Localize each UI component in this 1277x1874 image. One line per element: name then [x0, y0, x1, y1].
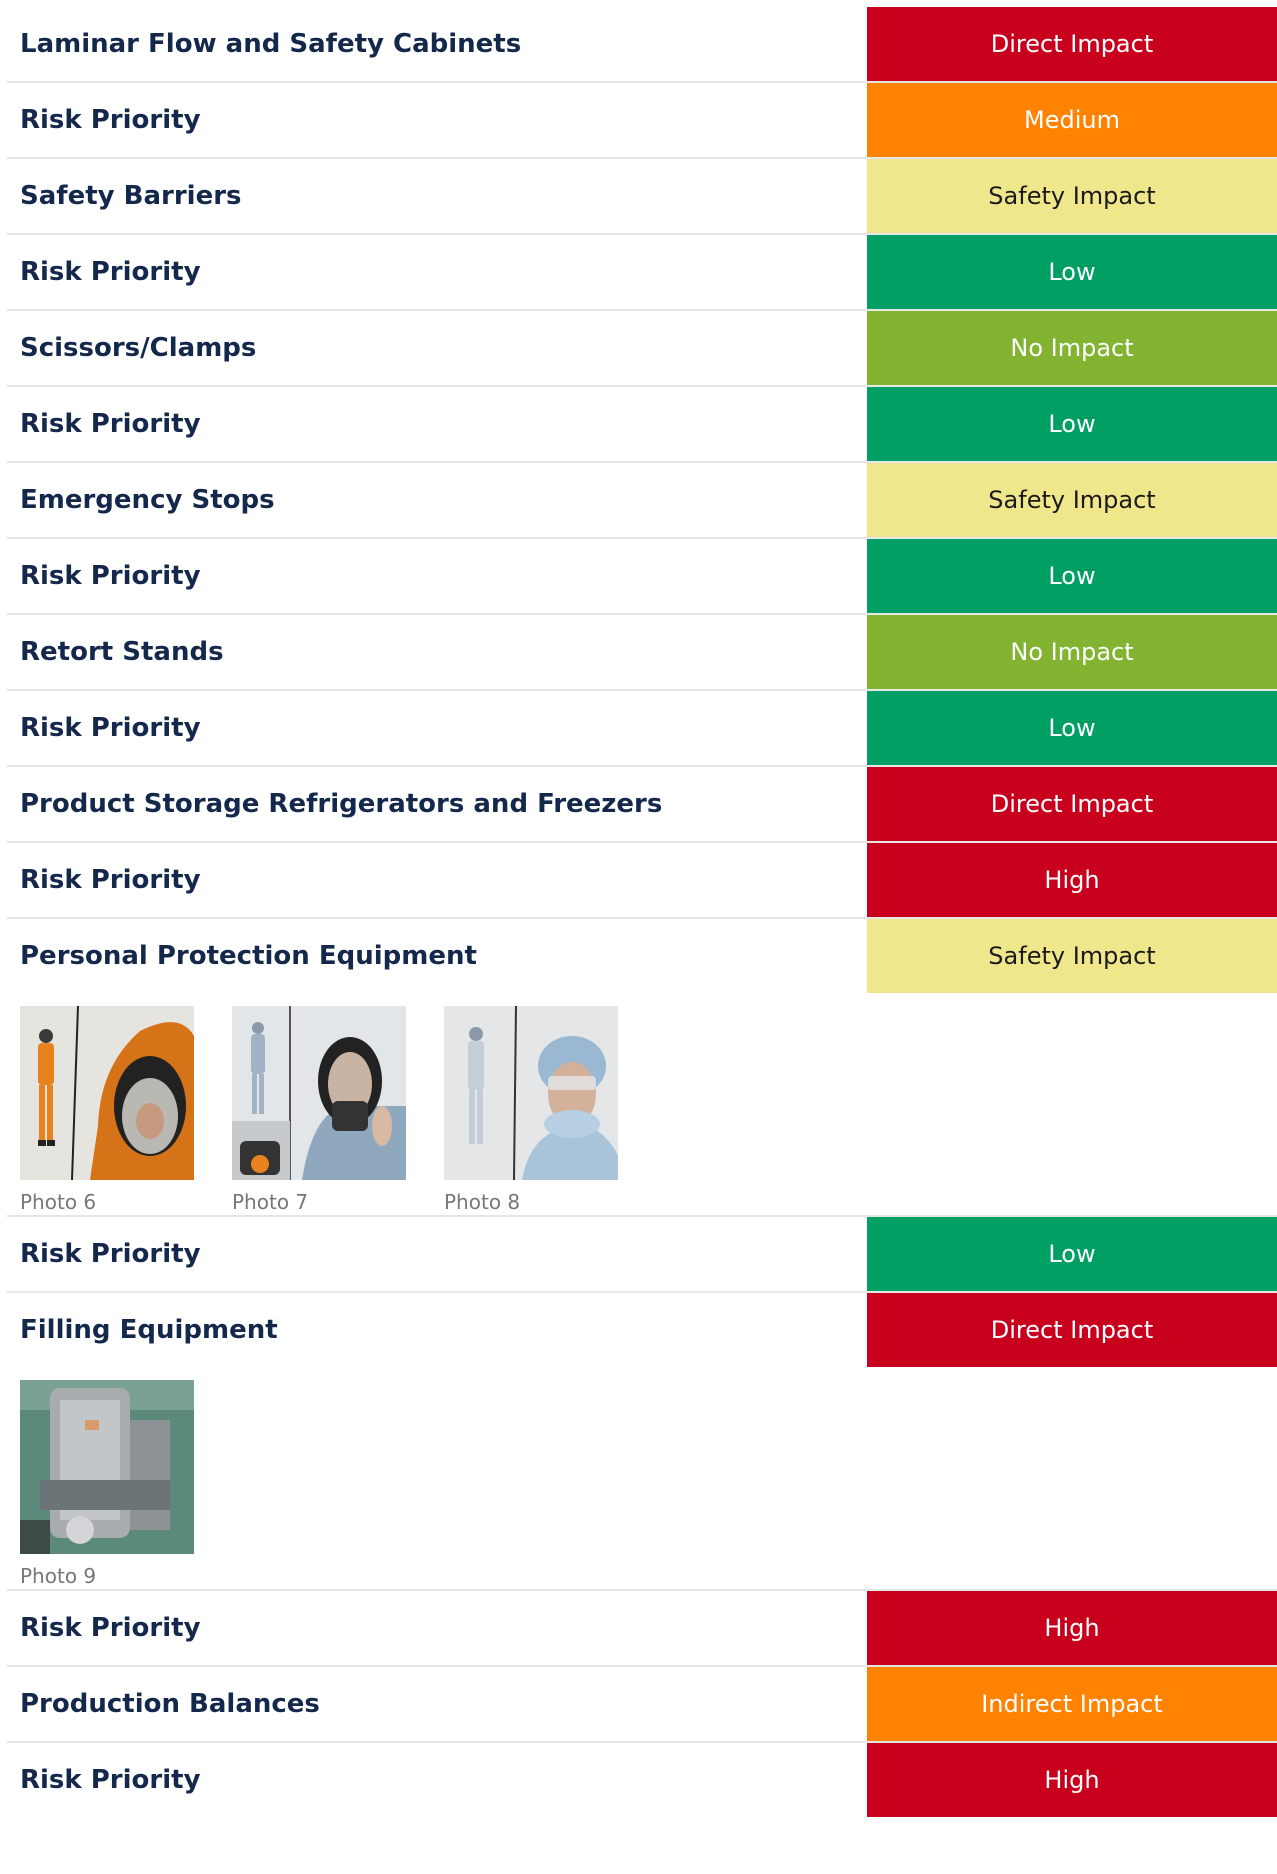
row-product-storage: Product Storage Refrigerators and Freeze…: [7, 767, 1277, 843]
row-label: Risk Priority: [20, 1239, 201, 1269]
priority-badge: Low: [867, 387, 1277, 461]
respirator-photo[interactable]: [232, 1006, 406, 1180]
row-risk-priority: Risk Priority High: [7, 843, 1277, 919]
row-label: Risk Priority: [20, 713, 201, 743]
row-filling-equipment: Filling Equipment Direct Impact: [7, 1293, 1277, 1367]
row-risk-priority: Risk Priority Low: [7, 235, 1277, 311]
orange-suit-photo[interactable]: [20, 1006, 194, 1180]
impact-badge: No Impact: [867, 311, 1277, 385]
row-label: Risk Priority: [20, 1765, 201, 1795]
priority-badge: Low: [867, 235, 1277, 309]
row-risk-priority: Risk Priority Low: [7, 387, 1277, 463]
photo-caption: Photo 6: [20, 1190, 97, 1214]
impact-badge: Direct Impact: [867, 7, 1277, 81]
impact-badge: Direct Impact: [867, 767, 1277, 841]
row-risk-priority: Risk Priority High: [7, 1743, 1277, 1817]
priority-badge: Medium: [867, 83, 1277, 157]
row-label: Risk Priority: [20, 1613, 201, 1643]
impact-badge: Safety Impact: [867, 463, 1277, 537]
row-personal-protection: Personal Protection Equipment Safety Imp…: [7, 919, 1277, 993]
priority-badge: High: [867, 1591, 1277, 1665]
row-risk-priority: Risk Priority Low: [7, 691, 1277, 767]
ppe-photo-gallery: Photo 6 Photo 7 Photo 8: [7, 993, 1277, 1217]
photo-item[interactable]: Photo 8: [444, 1006, 656, 1215]
risk-assessment-report: Laminar Flow and Safety Cabinets Direct …: [7, 7, 1277, 1817]
impact-badge: Safety Impact: [867, 919, 1277, 993]
row-laminar-flow: Laminar Flow and Safety Cabinets Direct …: [7, 7, 1277, 83]
impact-badge: No Impact: [867, 615, 1277, 689]
row-label: Retort Stands: [20, 637, 224, 667]
priority-badge: Low: [867, 1217, 1277, 1291]
filling-photo-gallery: Photo 9: [7, 1367, 1277, 1591]
row-retort-stands: Retort Stands No Impact: [7, 615, 1277, 691]
filling-machine-photo[interactable]: [20, 1380, 194, 1554]
photo-caption: Photo 9: [20, 1564, 97, 1588]
row-risk-priority: Risk Priority Low: [7, 1217, 1277, 1293]
cleanroom-suit-photo[interactable]: [444, 1006, 618, 1180]
row-risk-priority: Risk Priority Low: [7, 539, 1277, 615]
row-label: Risk Priority: [20, 409, 201, 439]
row-safety-barriers: Safety Barriers Safety Impact: [7, 159, 1277, 235]
impact-badge: Indirect Impact: [867, 1667, 1277, 1741]
priority-badge: Low: [867, 539, 1277, 613]
row-label: Risk Priority: [20, 561, 201, 591]
priority-badge: Low: [867, 691, 1277, 765]
row-emergency-stops: Emergency Stops Safety Impact: [7, 463, 1277, 539]
row-label: Laminar Flow and Safety Cabinets: [20, 29, 522, 59]
row-label: Risk Priority: [20, 105, 201, 135]
row-scissors-clamps: Scissors/Clamps No Impact: [7, 311, 1277, 387]
photo-item[interactable]: Photo 6: [20, 1006, 232, 1215]
impact-badge: Safety Impact: [867, 159, 1277, 233]
row-label: Scissors/Clamps: [20, 333, 257, 363]
row-label: Safety Barriers: [20, 181, 242, 211]
photo-caption: Photo 7: [232, 1190, 309, 1214]
row-label: Risk Priority: [20, 865, 201, 895]
priority-badge: High: [867, 843, 1277, 917]
row-risk-priority: Risk Priority High: [7, 1591, 1277, 1667]
row-label: Emergency Stops: [20, 485, 275, 515]
impact-badge: Direct Impact: [867, 1293, 1277, 1367]
priority-badge: High: [867, 1743, 1277, 1817]
photo-item[interactable]: Photo 7: [232, 1006, 444, 1215]
row-label: Personal Protection Equipment: [20, 941, 477, 971]
row-label: Production Balances: [20, 1689, 320, 1719]
row-label: Filling Equipment: [20, 1315, 278, 1345]
photo-item[interactable]: Photo 9: [20, 1380, 232, 1589]
photo-caption: Photo 8: [444, 1190, 521, 1214]
row-label: Risk Priority: [20, 257, 201, 287]
row-production-balances: Production Balances Indirect Impact: [7, 1667, 1277, 1743]
row-label: Product Storage Refrigerators and Freeze…: [20, 789, 663, 819]
row-risk-priority: Risk Priority Medium: [7, 83, 1277, 159]
